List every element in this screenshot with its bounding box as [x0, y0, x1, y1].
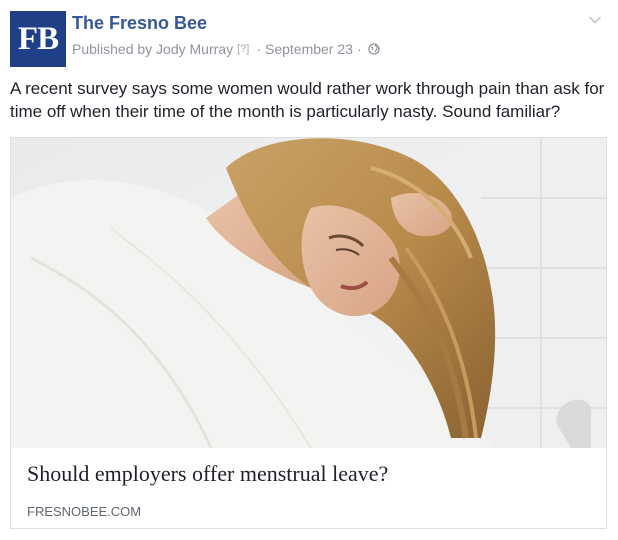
byline-help-link[interactable]: [?] [237, 43, 249, 55]
page-name-link[interactable]: The Fresno Bee [72, 13, 207, 34]
post-header: FB The Fresno Bee Published by Jody Murr… [10, 11, 608, 67]
post-date[interactable]: September 23 [265, 41, 353, 57]
globe-icon[interactable] [367, 43, 380, 55]
post-meta: Published by Jody Murray [?] · September… [72, 41, 380, 57]
article-photo[interactable] [11, 138, 606, 448]
chevron-down-icon[interactable] [588, 15, 602, 25]
meta-separator: · [256, 41, 261, 57]
link-title[interactable]: Should employers offer menstrual leave? [27, 461, 388, 487]
post-text: A recent survey says some women would ra… [10, 79, 605, 121]
link-preview-card[interactable]: Should employers offer menstrual leave? … [10, 137, 607, 529]
page-avatar[interactable]: FB [10, 11, 66, 67]
link-domain: FRESNOBEE.COM [27, 504, 142, 519]
meta-separator-2: · [356, 41, 362, 57]
byline: Published by Jody Murray [72, 41, 234, 57]
